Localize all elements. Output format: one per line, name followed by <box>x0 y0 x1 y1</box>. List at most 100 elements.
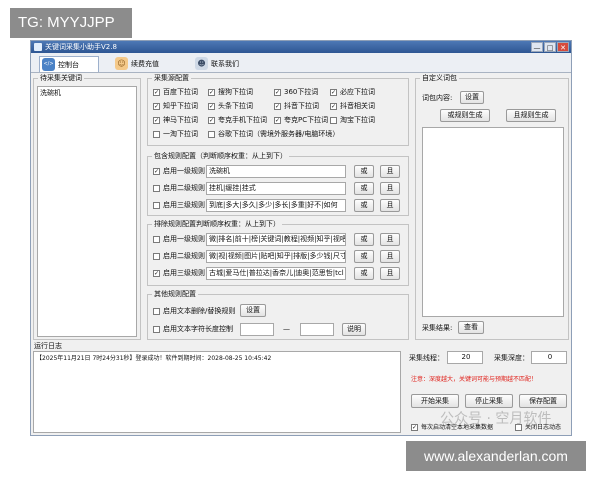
other-rules-title: 其他规则配置 <box>152 290 198 299</box>
keywords-title: 待采集关键词 <box>38 74 84 83</box>
close-button[interactable]: ✕ <box>557 42 569 52</box>
length-explain-button[interactable]: 说明 <box>342 323 366 336</box>
source-option-checkbox[interactable]: ✓ 360下拉词 <box>274 88 318 97</box>
exclude-and-button[interactable]: 且 <box>380 233 400 246</box>
include-and-button[interactable]: 且 <box>380 165 400 178</box>
checkbox-box: ✓ <box>153 89 160 96</box>
checkbox-box <box>153 185 160 192</box>
source-option-checkbox[interactable]: 一淘下拉词 <box>153 130 198 139</box>
minimize-button[interactable]: — <box>531 42 543 52</box>
tab-contact[interactable]: ☻ 联系我们 <box>193 56 263 72</box>
length-min-input[interactable] <box>240 323 274 336</box>
include-rule-checkbox[interactable]: 启用三级规则 <box>153 201 205 210</box>
checkbox-box: ✓ <box>153 168 160 175</box>
or-generate-button[interactable]: 或规则生成 <box>440 109 490 122</box>
exclude-rule-input[interactable]: 微|排名|前十|榜|关键词|教程|视频|知乎|视吧 <box>206 233 346 246</box>
exclude-rules-group: 排除规则配置判断顺序权重：从上到下） 启用一级规则 微|排名|前十|榜|关键词|教… <box>147 220 409 286</box>
length-control-checkbox[interactable]: 启用文本字符长度控制 <box>153 325 233 334</box>
exclude-rule-checkbox[interactable]: ✓ 启用三级规则 <box>153 269 205 278</box>
include-or-button[interactable]: 或 <box>354 165 374 178</box>
depth-warning: 注意：深度越大，关键词可能与预期越不匹配！ <box>411 376 538 383</box>
checkbox-box <box>208 131 215 138</box>
source-option-checkbox[interactable]: 淘宝下拉词 <box>330 116 375 125</box>
source-option-checkbox[interactable]: ✓ 夸克手机下拉词 <box>208 116 267 125</box>
include-or-button[interactable]: 或 <box>354 199 374 212</box>
checkbox-box <box>153 202 160 209</box>
stop-button[interactable]: 停止采集 <box>465 394 513 408</box>
source-option-checkbox[interactable]: ✓ 百度下拉词 <box>153 88 198 97</box>
log-title: 运行日志 <box>34 342 62 350</box>
include-and-button[interactable]: 且 <box>380 182 400 195</box>
sources-group: 采集源配置 ✓ 百度下拉词 ✓ 搜狗下拉词 ✓ 360下拉词 ✓ 必应下拉词 ✓ 知乎下拉词 ✓ 头条… <box>147 74 409 146</box>
keyword-item: 洗碗机 <box>40 89 61 97</box>
include-or-button[interactable]: 或 <box>354 182 374 195</box>
exclude-rules-title: 排除规则配置判断顺序权重：从上到下） <box>152 220 282 229</box>
depth-input[interactable]: 0 <box>531 351 567 364</box>
log-area[interactable]: 【2025年11月21日 7时24分31秒】登录成功！软件到期时间：2028-0… <box>33 351 401 433</box>
checkbox-box: ✓ <box>330 89 337 96</box>
exclude-and-button[interactable]: 且 <box>380 267 400 280</box>
exclude-or-button[interactable]: 或 <box>354 250 374 263</box>
result-label: 采集结果: <box>422 324 453 332</box>
checkbox-box: ✓ <box>208 103 215 110</box>
source-option-checkbox[interactable]: ✓ 抖音相关词 <box>330 102 375 111</box>
source-option-checkbox[interactable]: ✓ 夸克PC下拉词 <box>274 116 328 125</box>
checkbox-box <box>153 253 160 260</box>
keyword-textarea[interactable]: 洗碗机 <box>37 86 137 337</box>
source-option-checkbox[interactable]: ✓ 必应下拉词 <box>330 88 375 97</box>
app-window: 关键词采集小助手V2.8 — □ ✕ </> 控制台 ☺ 续费充值 ☻ 联系我们… <box>30 40 572 436</box>
watermark-top: TG: MYYJJPP <box>10 8 132 38</box>
include-and-button[interactable]: 且 <box>380 199 400 212</box>
source-option-checkbox[interactable]: ✓ 搜狗下拉词 <box>208 88 253 97</box>
view-result-button[interactable]: 查看 <box>458 321 484 334</box>
exclude-rule-input[interactable]: 古城|爱马仕|普拉达|香奈儿|迪奥|范思哲|tcl <box>206 267 346 280</box>
threads-label: 采集线程： <box>409 354 444 362</box>
dict-settings-button[interactable]: 设置 <box>460 91 484 104</box>
log-line: 【2025年11月21日 7时24分31秒】登录成功！软件到期时间：2028-0… <box>36 355 272 362</box>
depth-label: 采集深度： <box>494 354 529 362</box>
exclude-rule-input[interactable]: 微|视|视频|图片|贴吧|知乎|排版|多少钱|尺寸 <box>206 250 346 263</box>
other-rules-group: 其他规则配置 启用文本删除/替换规则 设置 启用文本字符长度控制 — 说明 <box>147 290 409 340</box>
start-button[interactable]: 开始采集 <box>411 394 459 408</box>
keywords-group: 待采集关键词 洗碗机 <box>33 74 141 340</box>
tab-console[interactable]: </> 控制台 <box>39 56 99 72</box>
exclude-and-button[interactable]: 且 <box>380 250 400 263</box>
checkbox-box: ✓ <box>274 89 281 96</box>
exclude-rule-checkbox[interactable]: 启用一级规则 <box>153 235 205 244</box>
source-option-checkbox[interactable]: 谷歌下拉词（需境外服务器/电脑环境） <box>208 130 339 139</box>
save-config-button[interactable]: 保存配置 <box>519 394 567 408</box>
app-icon <box>34 43 42 51</box>
length-max-input[interactable] <box>300 323 334 336</box>
exclude-or-button[interactable]: 或 <box>354 233 374 246</box>
checkbox-box: ✓ <box>330 103 337 110</box>
checkbox-box <box>330 117 337 124</box>
exclude-rule-checkbox[interactable]: 启用二级规则 <box>153 252 205 261</box>
maximize-button[interactable]: □ <box>544 42 556 52</box>
replace-settings-button[interactable]: 设置 <box>240 304 266 317</box>
include-rule-input[interactable]: 到底|多大|多久|多少|多长|多重|好不|如何 <box>206 199 346 212</box>
contact-icon: ☻ <box>195 57 208 70</box>
source-option-checkbox[interactable]: ✓ 知乎下拉词 <box>153 102 198 111</box>
source-option-checkbox[interactable]: ✓ 头条下拉词 <box>208 102 253 111</box>
include-rule-input[interactable]: 洗碗机 <box>206 165 346 178</box>
replace-rule-checkbox[interactable]: 启用文本删除/替换规则 <box>153 307 235 316</box>
and-generate-button[interactable]: 且规则生成 <box>506 109 556 122</box>
source-option-checkbox[interactable]: ✓ 神马下拉词 <box>153 116 198 125</box>
include-rule-checkbox[interactable]: 启用二级规则 <box>153 184 205 193</box>
include-rule-input[interactable]: 挂机|缓挂|挂式 <box>206 182 346 195</box>
checkbox-box <box>153 236 160 243</box>
dict-content-label: 词包内容: <box>422 94 453 102</box>
checkbox-box <box>153 131 160 138</box>
include-rule-checkbox[interactable]: ✓ 启用一级规则 <box>153 167 205 176</box>
custom-dict-group: 自定义词包 词包内容: 设置 或规则生成 且规则生成 采集结果: 查看 <box>415 74 569 340</box>
include-rules-title: 包含规则配置（判断顺序权重：从上到下） <box>152 152 289 161</box>
brand-watermark: 公众号 · 空月软件 <box>440 411 552 427</box>
threads-input[interactable]: 20 <box>447 351 483 364</box>
source-option-checkbox[interactable]: ✓ 抖音下拉词 <box>274 102 319 111</box>
tab-recharge[interactable]: ☺ 续费充值 <box>113 56 183 72</box>
checkbox-box: ✓ <box>153 103 160 110</box>
exclude-or-button[interactable]: 或 <box>354 267 374 280</box>
checkbox-box: ✓ <box>208 117 215 124</box>
dict-content-area[interactable] <box>422 127 564 317</box>
checkbox-box <box>153 308 160 315</box>
